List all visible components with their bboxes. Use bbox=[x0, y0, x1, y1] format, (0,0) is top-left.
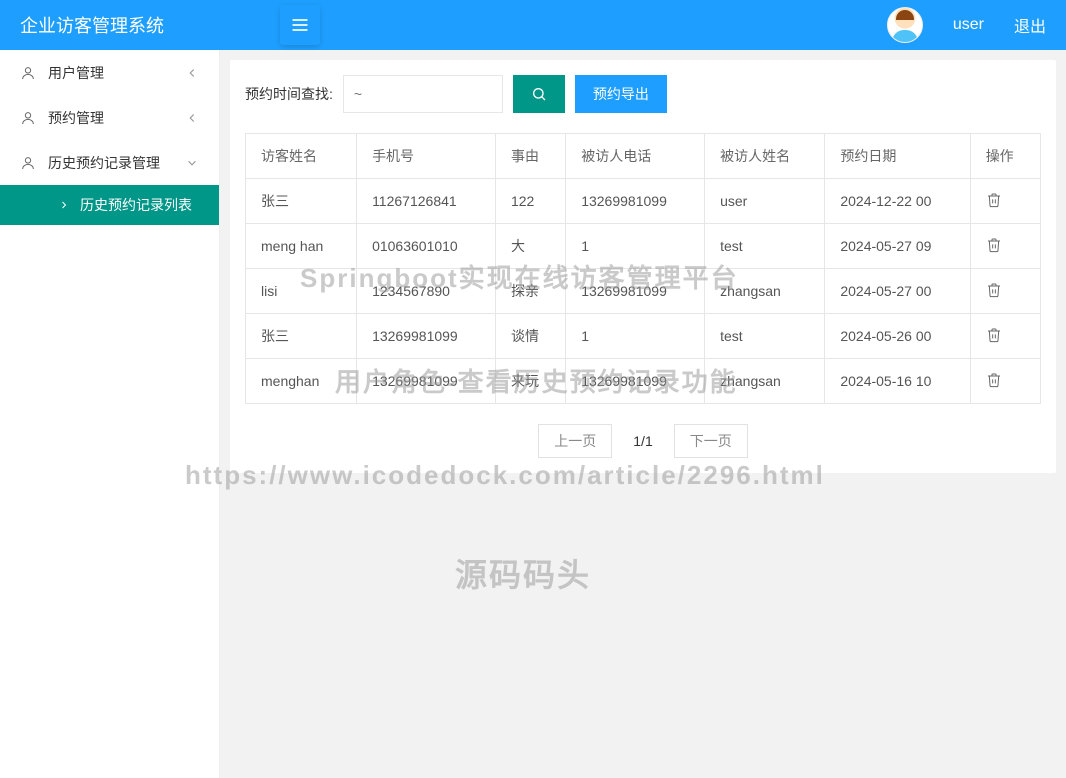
delete-button[interactable] bbox=[986, 282, 1002, 298]
trash-icon bbox=[986, 237, 1002, 253]
cell-visitee_name: test bbox=[705, 314, 825, 359]
next-page-button[interactable]: 下一页 bbox=[674, 424, 748, 458]
sidebar-item-history-mgmt[interactable]: 历史预约记录管理 bbox=[0, 140, 219, 185]
sidebar: 用户管理 预约管理 历史预约记录管理 历史预约记录列表 bbox=[0, 50, 220, 778]
user-icon bbox=[20, 155, 36, 171]
th-action: 操作 bbox=[970, 134, 1040, 179]
cell-visitee_name: user bbox=[705, 179, 825, 224]
cell-action bbox=[970, 314, 1040, 359]
app-title: 企业访客管理系统 bbox=[20, 12, 260, 38]
pagination: 上一页 1/1 下一页 bbox=[245, 424, 1041, 458]
sidebar-item-label: 用户管理 bbox=[48, 63, 104, 83]
username-link[interactable]: user bbox=[953, 16, 984, 34]
table-row: lisi1234567890探亲13269981099zhangsan2024-… bbox=[246, 269, 1041, 314]
user-icon bbox=[20, 110, 36, 126]
prev-page-button[interactable]: 上一页 bbox=[538, 424, 612, 458]
delete-button[interactable] bbox=[986, 192, 1002, 208]
delete-button[interactable] bbox=[986, 237, 1002, 253]
th-phone: 手机号 bbox=[357, 134, 496, 179]
cell-visitee_name: zhangsan bbox=[705, 359, 825, 404]
history-table: 访客姓名 手机号 事由 被访人电话 被访人姓名 预约日期 操作 张三112671… bbox=[245, 133, 1041, 404]
cell-date: 2024-05-27 09 bbox=[825, 224, 970, 269]
th-reason: 事由 bbox=[495, 134, 565, 179]
cell-date: 2024-12-22 00 bbox=[825, 179, 970, 224]
search-icon bbox=[531, 86, 547, 102]
trash-icon bbox=[986, 327, 1002, 343]
search-button[interactable] bbox=[513, 75, 565, 113]
sidebar-item-reservation-mgmt[interactable]: 预约管理 bbox=[0, 95, 219, 140]
search-row: 预约时间查找: 预约导出 bbox=[245, 75, 1041, 113]
cell-reason: 谈情 bbox=[495, 314, 565, 359]
cell-reason: 探亲 bbox=[495, 269, 565, 314]
delete-button[interactable] bbox=[986, 327, 1002, 343]
cell-reason: 122 bbox=[495, 179, 565, 224]
cell-phone: 1234567890 bbox=[357, 269, 496, 314]
date-range-input[interactable] bbox=[343, 75, 503, 113]
cell-phone: 13269981099 bbox=[357, 359, 496, 404]
sidebar-subitem-label: 历史预约记录列表 bbox=[80, 195, 192, 215]
cell-action bbox=[970, 224, 1040, 269]
user-icon bbox=[20, 65, 36, 81]
table-row: 张三13269981099谈情1test2024-05-26 00 bbox=[246, 314, 1041, 359]
cell-name: 张三 bbox=[246, 314, 357, 359]
trash-icon bbox=[986, 372, 1002, 388]
cell-name: meng han bbox=[246, 224, 357, 269]
page-info: 1/1 bbox=[618, 424, 667, 458]
cell-name: 张三 bbox=[246, 179, 357, 224]
menu-toggle-button[interactable] bbox=[280, 5, 320, 45]
cell-visitee_phone: 13269981099 bbox=[566, 359, 705, 404]
table-header-row: 访客姓名 手机号 事由 被访人电话 被访人姓名 预约日期 操作 bbox=[246, 134, 1041, 179]
logout-link[interactable]: 退出 bbox=[1014, 13, 1046, 37]
cell-visitee_phone: 1 bbox=[566, 314, 705, 359]
avatar[interactable] bbox=[887, 7, 923, 43]
cell-visitee_name: zhangsan bbox=[705, 269, 825, 314]
cell-reason: 大 bbox=[495, 224, 565, 269]
cell-name: menghan bbox=[246, 359, 357, 404]
content-card: 预约时间查找: 预约导出 访客姓名 手机号 事由 被访人电话 被访人姓名 预约日… bbox=[230, 60, 1056, 473]
th-visitee-name: 被访人姓名 bbox=[705, 134, 825, 179]
sidebar-subitem-history-list[interactable]: 历史预约记录列表 bbox=[0, 185, 219, 225]
cell-action bbox=[970, 269, 1040, 314]
cell-phone: 11267126841 bbox=[357, 179, 496, 224]
cell-date: 2024-05-27 00 bbox=[825, 269, 970, 314]
search-label: 预约时间查找: bbox=[245, 84, 333, 104]
cell-visitee_phone: 13269981099 bbox=[566, 269, 705, 314]
chevron-left-icon bbox=[185, 66, 199, 80]
cell-visitee_phone: 13269981099 bbox=[566, 179, 705, 224]
cell-date: 2024-05-26 00 bbox=[825, 314, 970, 359]
sidebar-item-label: 预约管理 bbox=[48, 108, 104, 128]
header-right: user 退出 bbox=[887, 7, 1046, 43]
table-row: 张三1126712684112213269981099user2024-12-2… bbox=[246, 179, 1041, 224]
main-content: 预约时间查找: 预约导出 访客姓名 手机号 事由 被访人电话 被访人姓名 预约日… bbox=[220, 50, 1066, 778]
delete-button[interactable] bbox=[986, 372, 1002, 388]
th-visitee-phone: 被访人电话 bbox=[566, 134, 705, 179]
header: 企业访客管理系统 user 退出 bbox=[0, 0, 1066, 50]
cell-action bbox=[970, 179, 1040, 224]
chevron-right-icon bbox=[58, 199, 70, 211]
trash-icon bbox=[986, 282, 1002, 298]
sidebar-item-user-mgmt[interactable]: 用户管理 bbox=[0, 50, 219, 95]
trash-icon bbox=[986, 192, 1002, 208]
cell-visitee_phone: 1 bbox=[566, 224, 705, 269]
cell-name: lisi bbox=[246, 269, 357, 314]
cell-phone: 13269981099 bbox=[357, 314, 496, 359]
table-row: meng han01063601010大1test2024-05-27 09 bbox=[246, 224, 1041, 269]
th-visitor-name: 访客姓名 bbox=[246, 134, 357, 179]
sidebar-item-label: 历史预约记录管理 bbox=[48, 153, 160, 173]
hamburger-icon bbox=[290, 15, 310, 35]
export-button[interactable]: 预约导出 bbox=[575, 75, 667, 113]
cell-visitee_name: test bbox=[705, 224, 825, 269]
chevron-down-icon bbox=[185, 156, 199, 170]
cell-reason: 来玩 bbox=[495, 359, 565, 404]
th-date: 预约日期 bbox=[825, 134, 970, 179]
table-row: menghan13269981099来玩13269981099zhangsan2… bbox=[246, 359, 1041, 404]
cell-action bbox=[970, 359, 1040, 404]
cell-date: 2024-05-16 10 bbox=[825, 359, 970, 404]
cell-phone: 01063601010 bbox=[357, 224, 496, 269]
chevron-left-icon bbox=[185, 111, 199, 125]
